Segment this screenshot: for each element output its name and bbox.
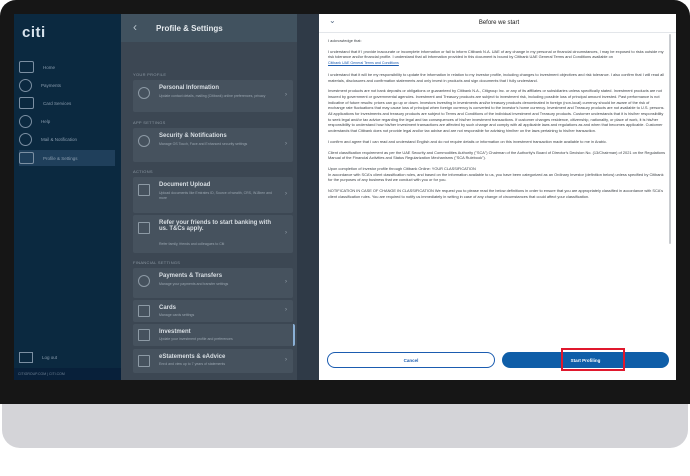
card-icon (138, 305, 150, 317)
sidebar-item-help[interactable]: Help (19, 113, 115, 129)
card-cards[interactable]: Cards Manage cards settings › (133, 300, 293, 322)
modal-title: Before we start (478, 20, 520, 26)
modal-scrollbar[interactable] (669, 34, 671, 244)
card-subtitle: Update contact details, mailing (Citiban… (159, 94, 266, 98)
card-title: Refer your friends to start banking with… (159, 220, 272, 232)
risk-disclosure-paragraph: Investment products are not bank deposit… (328, 88, 665, 134)
payments-icon (19, 78, 32, 92)
chevron-right-icon: › (285, 357, 287, 363)
transfer-icon (138, 275, 150, 287)
profile-icon (19, 152, 34, 164)
sidebar-item-home[interactable]: Home (19, 59, 115, 75)
sidebar-item-profile-settings[interactable]: Profile & Settings (19, 150, 115, 166)
card-subtitle: Refer family, friends and colleagues to … (159, 242, 225, 246)
chevron-right-icon: › (285, 92, 287, 98)
chevron-right-icon: › (285, 307, 287, 313)
logout-label: Log out (42, 355, 58, 360)
sidebar-item-label: Home (43, 64, 56, 70)
card-title: Investment (159, 329, 191, 335)
sidebar-item-label: Mail & Notification (41, 136, 78, 142)
card-investment[interactable]: Investment Update your investment profil… (133, 324, 295, 346)
app-screen: citi Home Payments Card Services Help Ma… (14, 14, 676, 380)
card-title: Cards (159, 305, 177, 311)
card-title: Document Upload (159, 182, 211, 188)
card-refer-friends[interactable]: Refer your friends to start banking with… (133, 215, 293, 253)
section-financial-settings: FINANCIAL SETTINGS (133, 260, 181, 265)
before-we-start-modal: ⌄ Before we start I acknowledge that: I … (319, 14, 676, 380)
sca-paragraph: Client classification requirement as per… (328, 149, 666, 161)
terms-link[interactable]: Citibank UAE General Terms and Condition… (328, 61, 399, 65)
collapse-chevron-icon[interactable]: ⌄ (329, 16, 336, 25)
sidebar-footer: CITIGROUP.COM | CITI.COM (14, 368, 125, 380)
page-title: Profile & Settings (156, 24, 223, 33)
card-subtitle: Enrol and view up to 7 years of statemen… (159, 362, 226, 366)
home-icon (19, 61, 34, 73)
section-your-profile: YOUR PROFILE (133, 72, 167, 77)
document-icon (138, 184, 150, 196)
section-actions: ACTIONS (133, 169, 153, 174)
sidebar: citi Home Payments Card Services Help Ma… (14, 14, 125, 380)
sidebar-item-label: Help (41, 118, 51, 124)
sidebar-item-label: Profile & Settings (43, 155, 78, 161)
card-subtitle: Update your investment profile and prefe… (159, 337, 233, 341)
gift-icon (138, 222, 150, 234)
language-paragraph: I confirm and agree that I can read and … (328, 138, 607, 144)
chevron-right-icon: › (285, 279, 287, 285)
sidebar-item-label: Payments (41, 82, 62, 88)
sidebar-item-payments[interactable]: Payments (19, 77, 115, 93)
monitor-chin (2, 404, 688, 448)
chart-icon (138, 329, 150, 341)
classification-paragraph: Upon completion of investor profile thro… (328, 165, 664, 183)
chevron-right-icon: › (285, 191, 287, 197)
settings-panel: ‹ Profile & Settings YOUR PROFILE Person… (121, 14, 297, 380)
person-icon (138, 87, 150, 99)
sidebar-item-label: Card Services (43, 100, 72, 106)
logout-icon (19, 352, 33, 363)
card-title: Personal Information (159, 85, 220, 91)
card-subtitle: Upload documents like Emirates ID, Sourc… (159, 191, 272, 200)
statement-icon (138, 355, 150, 367)
modal-body: I acknowledge that: I understand that if… (328, 38, 666, 351)
logout-button[interactable]: Log out (19, 352, 57, 363)
card-subtitle: Manage OS Touch, Face and Enhanced secur… (159, 142, 248, 146)
responsibility-paragraph: I understand that it will be my responsi… (328, 71, 665, 83)
card-subtitle: Manage cards settings (159, 313, 195, 317)
highlight-box (561, 348, 625, 371)
card-title: Security & Notifications (159, 133, 227, 139)
card-subtitle: Manage your payments and transfer settin… (159, 282, 229, 286)
acknowledge-heading: I acknowledge that: (328, 38, 362, 43)
sidebar-item-mail[interactable]: Mail & Notification (19, 131, 115, 147)
cancel-button[interactable]: Cancel (327, 352, 495, 368)
card-payments-transfers[interactable]: Payments & Transfers Manage your payment… (133, 268, 293, 298)
terms-paragraph: I understand that if I provide inaccurat… (328, 49, 666, 67)
card-document-upload[interactable]: Document Upload Upload documents like Em… (133, 177, 293, 213)
modal-header: ⌄ Before we start (319, 14, 676, 33)
help-icon (19, 114, 32, 128)
chevron-right-icon: › (285, 230, 287, 236)
card-title: Payments & Transfers (159, 273, 223, 279)
card-title: eStatements & eAdvice (159, 354, 226, 360)
panel-header: ‹ Profile & Settings (121, 14, 297, 42)
section-app-settings: APP SETTINGS (133, 120, 166, 125)
sidebar-item-card-services[interactable]: Card Services (19, 95, 115, 111)
mail-icon (19, 132, 32, 146)
card-security-notifications[interactable]: Security & Notifications Manage OS Touch… (133, 128, 293, 162)
chevron-right-icon: › (285, 141, 287, 147)
citi-logo: citi (22, 24, 46, 41)
card-personal-information[interactable]: Personal Information Update contact deta… (133, 80, 293, 112)
terms-text: I understand that if I provide inaccurat… (328, 48, 664, 60)
card-icon (19, 97, 34, 109)
card-estatements[interactable]: eStatements & eAdvice Enrol and view up … (133, 349, 293, 373)
shield-icon (138, 135, 150, 147)
back-chevron-icon[interactable]: ‹ (133, 20, 137, 34)
notification-paragraph: NOTIFICATION IN CASE OF CHANGE IN CLASSI… (328, 188, 664, 199)
